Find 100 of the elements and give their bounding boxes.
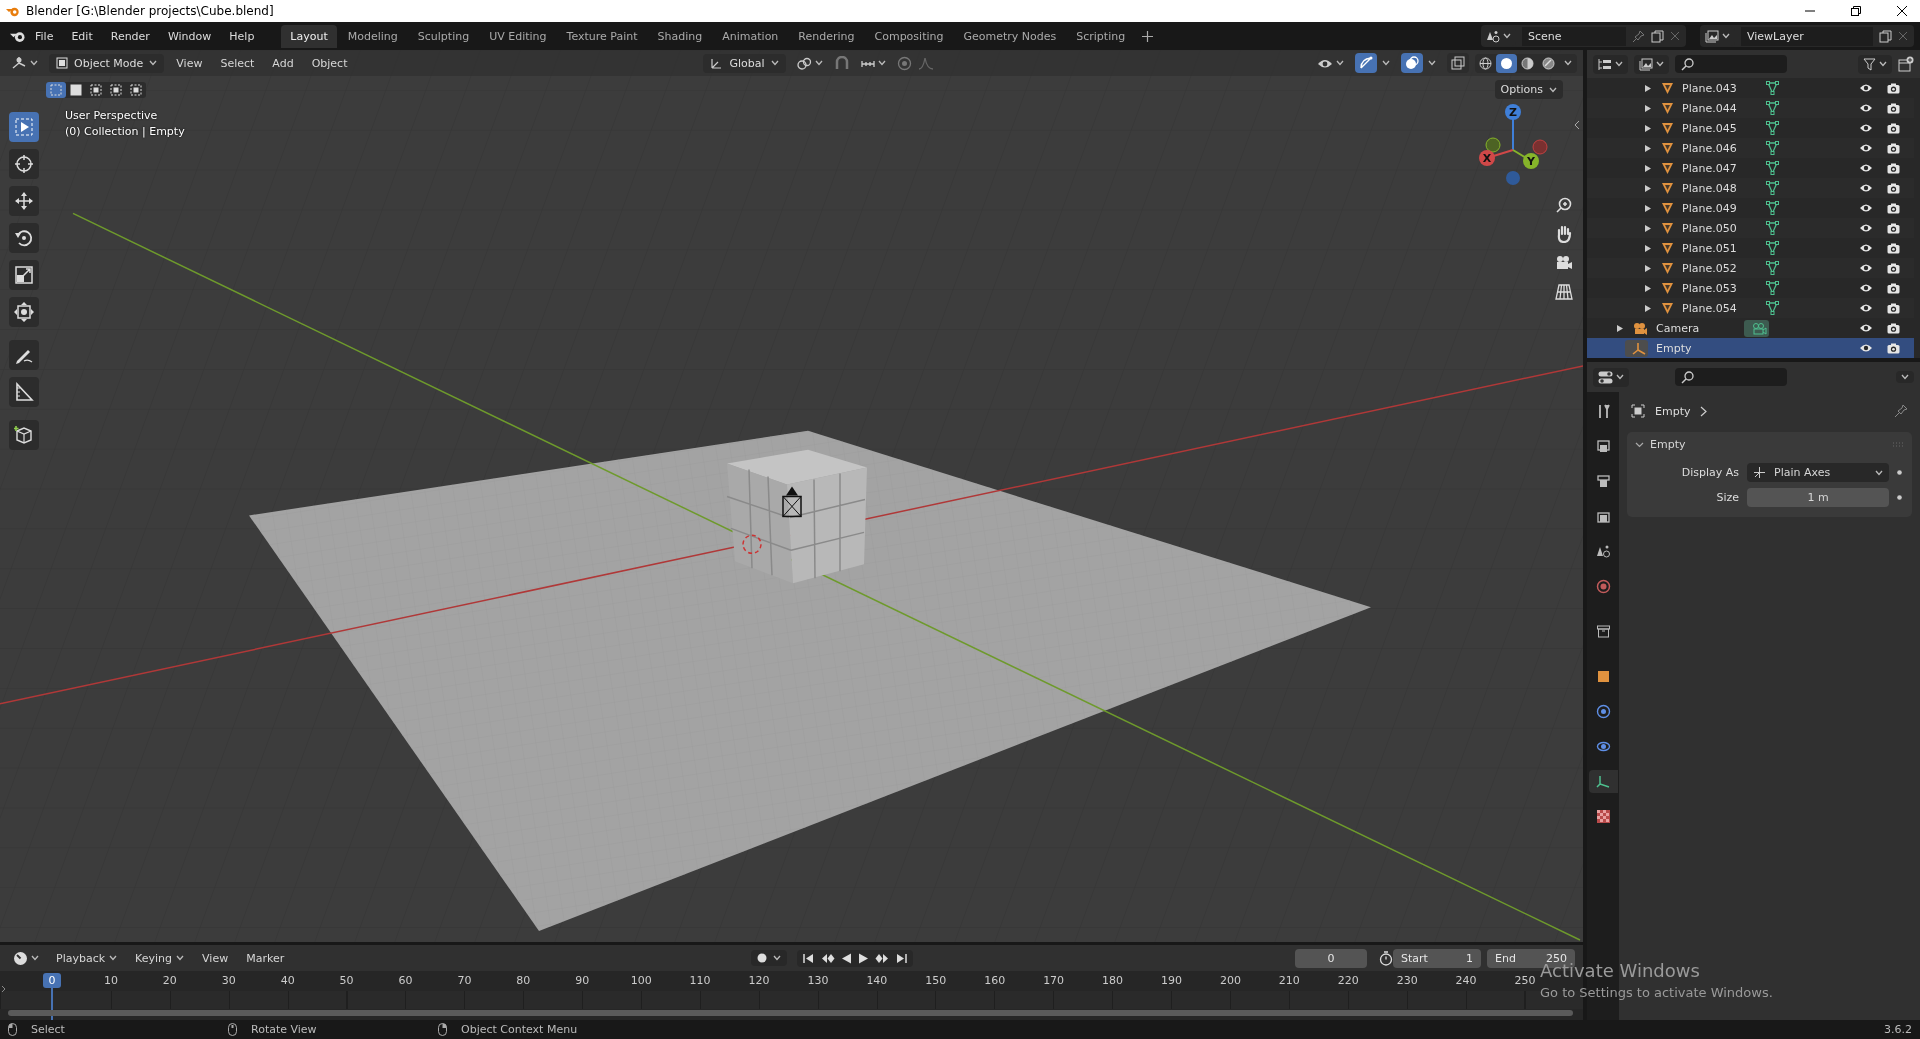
display-as-dropdown[interactable]: Plain Axes xyxy=(1747,463,1889,482)
outliner-row[interactable]: Plane.053 xyxy=(1587,278,1914,298)
tool-button[interactable] xyxy=(9,260,39,290)
proportional-edit-icon[interactable] xyxy=(896,55,912,71)
menu-item[interactable]: Window xyxy=(158,26,221,46)
menu-dropdown[interactable]: Playback xyxy=(50,949,124,967)
close-icon[interactable] xyxy=(1896,5,1908,17)
eye-icon[interactable] xyxy=(1859,163,1873,173)
overlays-toggle[interactable] xyxy=(1401,53,1423,73)
mesh-data-icon[interactable] xyxy=(1766,121,1779,135)
duplicate-icon[interactable] xyxy=(1879,29,1892,43)
menu-item[interactable]: View xyxy=(170,54,209,72)
filter-mode-button[interactable] xyxy=(1634,54,1669,74)
gizmo-toggle[interactable] xyxy=(1355,53,1377,73)
mesh-data-icon[interactable] xyxy=(1766,181,1779,195)
next-keyframe-icon[interactable] xyxy=(875,952,890,964)
tool-button[interactable] xyxy=(9,340,39,370)
expand-arrow-icon[interactable] xyxy=(1645,124,1651,132)
outliner-row[interactable]: Empty xyxy=(1587,338,1914,358)
tool-button[interactable] xyxy=(9,223,39,253)
workspace-tab[interactable]: Sculpting xyxy=(408,24,479,48)
eye-icon[interactable] xyxy=(1859,183,1873,193)
horizontal-scrollbar[interactable] xyxy=(8,1010,1573,1016)
axis-handle[interactable]: X xyxy=(1479,149,1514,166)
tool-button[interactable] xyxy=(9,377,39,407)
workspace-tab[interactable]: Geometry Nodes xyxy=(954,24,1066,48)
filter-dropdown[interactable] xyxy=(1858,54,1892,74)
zoom-icon[interactable] xyxy=(1555,196,1573,214)
search-field[interactable] xyxy=(1675,368,1787,386)
blender-logo-icon[interactable] xyxy=(10,29,26,43)
expand-arrow-icon[interactable] xyxy=(1645,164,1651,172)
mesh-data-icon[interactable] xyxy=(1766,101,1779,115)
camera-icon[interactable] xyxy=(1887,322,1900,334)
menu-item[interactable]: View xyxy=(196,949,235,967)
camera-icon[interactable] xyxy=(1887,102,1900,114)
play-icon[interactable] xyxy=(858,952,870,964)
expand-arrow-icon[interactable] xyxy=(1645,244,1651,252)
axis-handle[interactable]: Z xyxy=(1505,104,1521,151)
menu-item[interactable]: File xyxy=(26,26,63,46)
tool-button[interactable] xyxy=(9,420,39,450)
keyframe-dot-icon[interactable] xyxy=(1897,470,1902,475)
tool-button[interactable] xyxy=(9,186,39,216)
workspace-tab[interactable]: Rendering xyxy=(789,24,864,48)
shading-mode-button[interactable] xyxy=(1496,53,1517,73)
eye-icon[interactable] xyxy=(1859,203,1873,213)
expand-arrow-icon[interactable] xyxy=(1645,104,1651,112)
mesh-data-icon[interactable] xyxy=(1766,261,1779,275)
workspace-tab[interactable]: Shading xyxy=(648,24,712,48)
expand-arrow-icon[interactable] xyxy=(1645,144,1651,152)
menu-item[interactable]: Edit xyxy=(62,26,102,46)
outliner-row[interactable]: Plane.051 xyxy=(1587,238,1914,258)
expand-arrow-icon[interactable] xyxy=(1645,284,1651,292)
restore-icon[interactable] xyxy=(1850,5,1862,17)
workspace-tab[interactable]: Texture Paint xyxy=(557,24,647,48)
view-layer-field[interactable]: ViewLayer xyxy=(1741,26,1873,46)
menu-item[interactable]: Render xyxy=(101,26,159,46)
camera-data-button[interactable] xyxy=(1744,319,1769,337)
expand-arrow-icon[interactable] xyxy=(1645,184,1651,192)
auto-key-button[interactable] xyxy=(751,950,788,966)
jump-to-end-icon[interactable] xyxy=(895,952,908,964)
camera-icon[interactable] xyxy=(1887,282,1900,294)
eye-icon[interactable] xyxy=(1859,323,1873,333)
eye-icon[interactable] xyxy=(1859,343,1873,353)
menu-item[interactable]: Select xyxy=(214,54,261,72)
workspace-tab[interactable]: Compositing xyxy=(865,24,953,48)
eye-icon[interactable] xyxy=(1859,223,1873,233)
menu-item[interactable]: Marker xyxy=(240,949,291,967)
grid-view-icon[interactable] xyxy=(1555,283,1573,301)
eye-icon[interactable] xyxy=(1859,123,1873,133)
workspace-tab[interactable]: Animation xyxy=(713,24,788,48)
camera-icon[interactable] xyxy=(1887,202,1900,214)
previous-keyframe-icon[interactable] xyxy=(821,952,836,964)
camera-icon[interactable] xyxy=(1887,222,1900,234)
camera-view-icon[interactable] xyxy=(1555,254,1573,272)
axis-handle[interactable]: Y xyxy=(1512,149,1539,169)
eye-icon[interactable] xyxy=(1859,83,1873,93)
camera-icon[interactable] xyxy=(1887,182,1900,194)
eye-icon[interactable] xyxy=(1859,283,1873,293)
mesh-data-icon[interactable] xyxy=(1766,161,1779,175)
options-dropdown[interactable]: Options xyxy=(1494,80,1563,99)
camera-icon[interactable] xyxy=(1887,302,1900,314)
menu-item[interactable]: Add xyxy=(266,54,300,72)
size-field[interactable]: 1 m xyxy=(1747,488,1889,507)
eye-icon[interactable] xyxy=(1859,303,1873,313)
expand-arrow-icon[interactable] xyxy=(1645,264,1651,272)
mode-dropdown[interactable]: Object Mode xyxy=(49,53,165,73)
camera-icon[interactable] xyxy=(1887,262,1900,274)
tool-button[interactable] xyxy=(9,149,39,179)
expand-arrow-icon[interactable] xyxy=(1645,224,1651,232)
expand-arrow-icon[interactable] xyxy=(1645,84,1651,92)
playhead-frame-label[interactable]: 0 xyxy=(43,973,61,988)
eye-icon[interactable] xyxy=(1859,263,1873,273)
workspace-tab[interactable]: Modeling xyxy=(338,24,407,48)
workspace-tab[interactable]: Scripting xyxy=(1067,24,1135,48)
mesh-data-icon[interactable] xyxy=(1766,81,1779,95)
outliner-row[interactable]: Plane.045 xyxy=(1587,118,1914,138)
eye-icon[interactable] xyxy=(1859,103,1873,113)
magnet-icon[interactable] xyxy=(833,55,850,71)
current-frame-field[interactable]: 0 xyxy=(1295,948,1367,968)
editor-type-button[interactable] xyxy=(1593,367,1629,387)
